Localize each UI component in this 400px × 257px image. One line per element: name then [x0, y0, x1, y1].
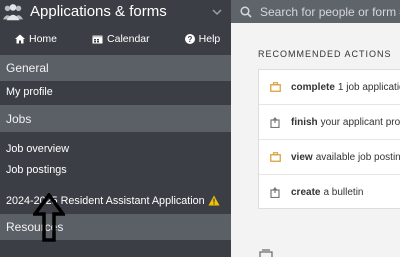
- action-verb: create: [291, 186, 321, 198]
- nav-calendar-label: Calendar: [107, 33, 150, 45]
- profile-upload-icon: [259, 116, 291, 128]
- svg-text:?: ?: [187, 35, 192, 44]
- nav-calendar-button[interactable]: Calendar: [92, 33, 150, 45]
- action-verb: complete: [291, 81, 335, 93]
- arrow-up-cursor-icon: [33, 193, 65, 242]
- nav-help-label: Help: [198, 33, 221, 45]
- action-text: your applicant profile: [320, 116, 400, 128]
- action-text: available job postings: [315, 151, 400, 163]
- section-jobs-header[interactable]: Jobs: [0, 105, 231, 132]
- section-general-header[interactable]: General: [0, 55, 231, 81]
- home-icon: [15, 34, 25, 44]
- messages-icon: [259, 249, 273, 257]
- action-finish-profile[interactable]: finishyour applicant profile: [259, 105, 400, 140]
- nav-home-label: Home: [29, 33, 58, 45]
- sidebar-item-my-profile[interactable]: My profile: [0, 81, 231, 105]
- top-navigation: Home Calendar ? Help: [0, 23, 231, 55]
- people-group-icon: [2, 1, 24, 23]
- action-verb: finish: [291, 116, 318, 128]
- action-create-bulletin[interactable]: create a bulletin: [259, 175, 400, 209]
- action-complete-application[interactable]: complete1 job application: [259, 70, 400, 105]
- app-title: Applications & forms: [30, 3, 167, 20]
- sidebar-item-job-overview[interactable]: Job overview: [0, 138, 231, 160]
- main-content: RECOMMENDED ACTIONS complete 1 job applic…: [231, 23, 400, 257]
- recommended-actions-title: RECOMMENDED ACTIONS: [258, 49, 392, 59]
- sidebar: Applications & forms Home Calendar ? Hel…: [0, 0, 231, 257]
- app-switcher[interactable]: Applications & forms: [0, 0, 231, 23]
- calendar-icon: [92, 35, 103, 44]
- action-view-postings[interactable]: viewavailable job postings: [259, 140, 400, 175]
- nav-home-button[interactable]: Home: [15, 33, 57, 45]
- warning-icon: [208, 192, 220, 214]
- help-icon: ?: [184, 34, 195, 44]
- chevron-down-icon[interactable]: [211, 4, 223, 22]
- briefcase-icon: [259, 82, 291, 92]
- action-text: a bulletin: [323, 186, 364, 198]
- bulletin-upload-icon: [259, 186, 291, 198]
- recommended-actions-card: complete1 job application finishyour app…: [258, 69, 400, 209]
- action-verb: view: [291, 151, 313, 163]
- briefcase-icon: [259, 152, 291, 162]
- sidebar-item-job-postings[interactable]: Job postings: [0, 160, 231, 182]
- search-icon: [240, 5, 252, 18]
- search-bar: [231, 0, 400, 23]
- search-input[interactable]: [260, 4, 400, 19]
- action-text: 1 job application: [337, 81, 400, 93]
- nav-help-button[interactable]: ? Help: [184, 33, 221, 45]
